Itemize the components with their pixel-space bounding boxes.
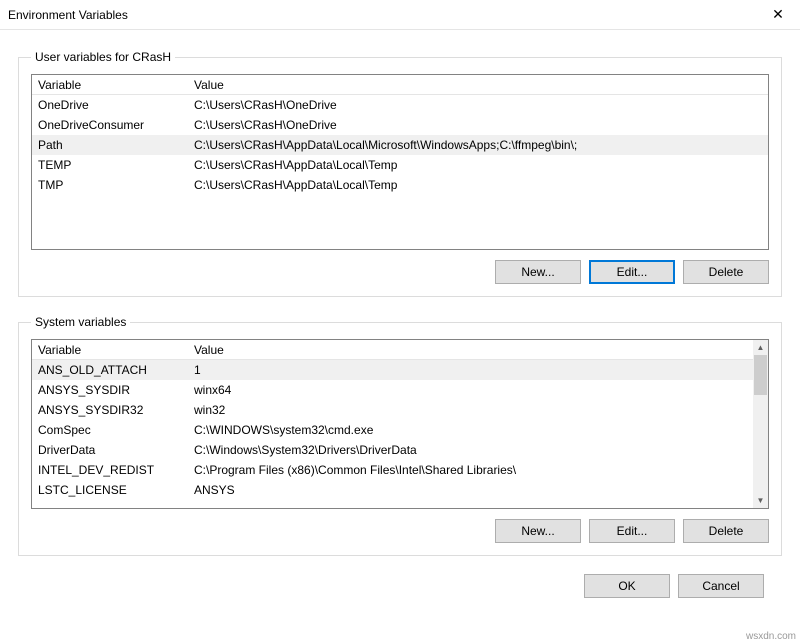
cell-variable: ANSYS_SYSDIR bbox=[38, 380, 194, 400]
titlebar: Environment Variables ✕ bbox=[0, 0, 800, 30]
system-scrollbar[interactable]: ▲ ▼ bbox=[753, 340, 768, 508]
user-variables-group: User variables for CRasH Variable Value … bbox=[18, 50, 782, 297]
cell-variable: ANSYS_SYSDIR32 bbox=[38, 400, 194, 420]
scroll-track[interactable] bbox=[753, 355, 768, 493]
system-variables-legend: System variables bbox=[31, 315, 130, 329]
ok-button[interactable]: OK bbox=[584, 574, 670, 598]
table-row[interactable]: LSTC_LICENSEANSYS bbox=[32, 480, 768, 500]
cell-variable: TEMP bbox=[38, 155, 194, 175]
cell-value: ANSYS bbox=[194, 480, 768, 500]
table-row[interactable]: ANSYS_SYSDIR32win32 bbox=[32, 400, 768, 420]
close-button[interactable]: ✕ bbox=[758, 0, 798, 30]
user-delete-button[interactable]: Delete bbox=[683, 260, 769, 284]
user-edit-button[interactable]: Edit... bbox=[589, 260, 675, 284]
cell-variable: TMP bbox=[38, 175, 194, 195]
cell-value: 1 bbox=[194, 360, 768, 380]
table-row[interactable]: PathC:\Users\CRasH\AppData\Local\Microso… bbox=[32, 135, 768, 155]
cell-variable: ANS_OLD_ATTACH bbox=[38, 360, 194, 380]
system-list-header: Variable Value bbox=[32, 340, 768, 360]
table-row[interactable]: ComSpecC:\WINDOWS\system32\cmd.exe bbox=[32, 420, 768, 440]
system-button-row: New... Edit... Delete bbox=[31, 519, 769, 543]
window-title: Environment Variables bbox=[8, 8, 128, 22]
cell-variable: ComSpec bbox=[38, 420, 194, 440]
table-row[interactable]: TMPC:\Users\CRasH\AppData\Local\Temp bbox=[32, 175, 768, 195]
system-variables-group: System variables Variable Value ANS_OLD_… bbox=[18, 315, 782, 556]
system-variables-list[interactable]: Variable Value ANS_OLD_ATTACH1ANSYS_SYSD… bbox=[31, 339, 769, 509]
scroll-thumb[interactable] bbox=[754, 355, 767, 395]
table-row[interactable]: TEMPC:\Users\CRasH\AppData\Local\Temp bbox=[32, 155, 768, 175]
dialog-button-row: OK Cancel bbox=[18, 574, 782, 598]
scroll-down-icon[interactable]: ▼ bbox=[753, 493, 768, 508]
cell-value: C:\Users\CRasH\AppData\Local\Temp bbox=[194, 155, 768, 175]
table-row[interactable]: INTEL_DEV_REDISTC:\Program Files (x86)\C… bbox=[32, 460, 768, 480]
cell-value: C:\WINDOWS\system32\cmd.exe bbox=[194, 420, 768, 440]
cell-value: C:\Windows\System32\Drivers\DriverData bbox=[194, 440, 768, 460]
user-new-button[interactable]: New... bbox=[495, 260, 581, 284]
cell-value: win32 bbox=[194, 400, 768, 420]
table-row[interactable]: OneDriveC:\Users\CRasH\OneDrive bbox=[32, 95, 768, 115]
system-edit-button[interactable]: Edit... bbox=[589, 519, 675, 543]
table-row[interactable]: OneDriveConsumerC:\Users\CRasH\OneDrive bbox=[32, 115, 768, 135]
cell-value: C:\Users\CRasH\OneDrive bbox=[194, 95, 768, 115]
table-row[interactable]: ANSYS_SYSDIRwinx64 bbox=[32, 380, 768, 400]
column-header-value[interactable]: Value bbox=[194, 75, 768, 94]
cell-variable: INTEL_DEV_REDIST bbox=[38, 460, 194, 480]
user-variables-list[interactable]: Variable Value OneDriveC:\Users\CRasH\On… bbox=[31, 74, 769, 250]
scroll-up-icon[interactable]: ▲ bbox=[753, 340, 768, 355]
cell-variable: LSTC_LICENSE bbox=[38, 480, 194, 500]
close-icon: ✕ bbox=[772, 6, 784, 23]
cell-value: C:\Users\CRasH\AppData\Local\Temp bbox=[194, 175, 768, 195]
cell-variable: Path bbox=[38, 135, 194, 155]
column-header-variable[interactable]: Variable bbox=[38, 340, 194, 359]
table-row[interactable]: DriverDataC:\Windows\System32\Drivers\Dr… bbox=[32, 440, 768, 460]
cell-value: winx64 bbox=[194, 380, 768, 400]
dialog-content: User variables for CRasH Variable Value … bbox=[0, 30, 800, 610]
cell-variable: OneDriveConsumer bbox=[38, 115, 194, 135]
cell-variable: DriverData bbox=[38, 440, 194, 460]
cancel-button[interactable]: Cancel bbox=[678, 574, 764, 598]
column-header-variable[interactable]: Variable bbox=[38, 75, 194, 94]
system-delete-button[interactable]: Delete bbox=[683, 519, 769, 543]
user-button-row: New... Edit... Delete bbox=[31, 260, 769, 284]
watermark-text: wsxdn.com bbox=[746, 631, 796, 642]
cell-value: C:\Program Files (x86)\Common Files\Inte… bbox=[194, 460, 768, 480]
user-list-header: Variable Value bbox=[32, 75, 768, 95]
user-variables-legend: User variables for CRasH bbox=[31, 50, 175, 64]
cell-variable: OneDrive bbox=[38, 95, 194, 115]
cell-value: C:\Users\CRasH\AppData\Local\Microsoft\W… bbox=[194, 135, 768, 155]
cell-value: C:\Users\CRasH\OneDrive bbox=[194, 115, 768, 135]
table-row[interactable]: ANS_OLD_ATTACH1 bbox=[32, 360, 768, 380]
system-new-button[interactable]: New... bbox=[495, 519, 581, 543]
column-header-value[interactable]: Value bbox=[194, 340, 768, 359]
